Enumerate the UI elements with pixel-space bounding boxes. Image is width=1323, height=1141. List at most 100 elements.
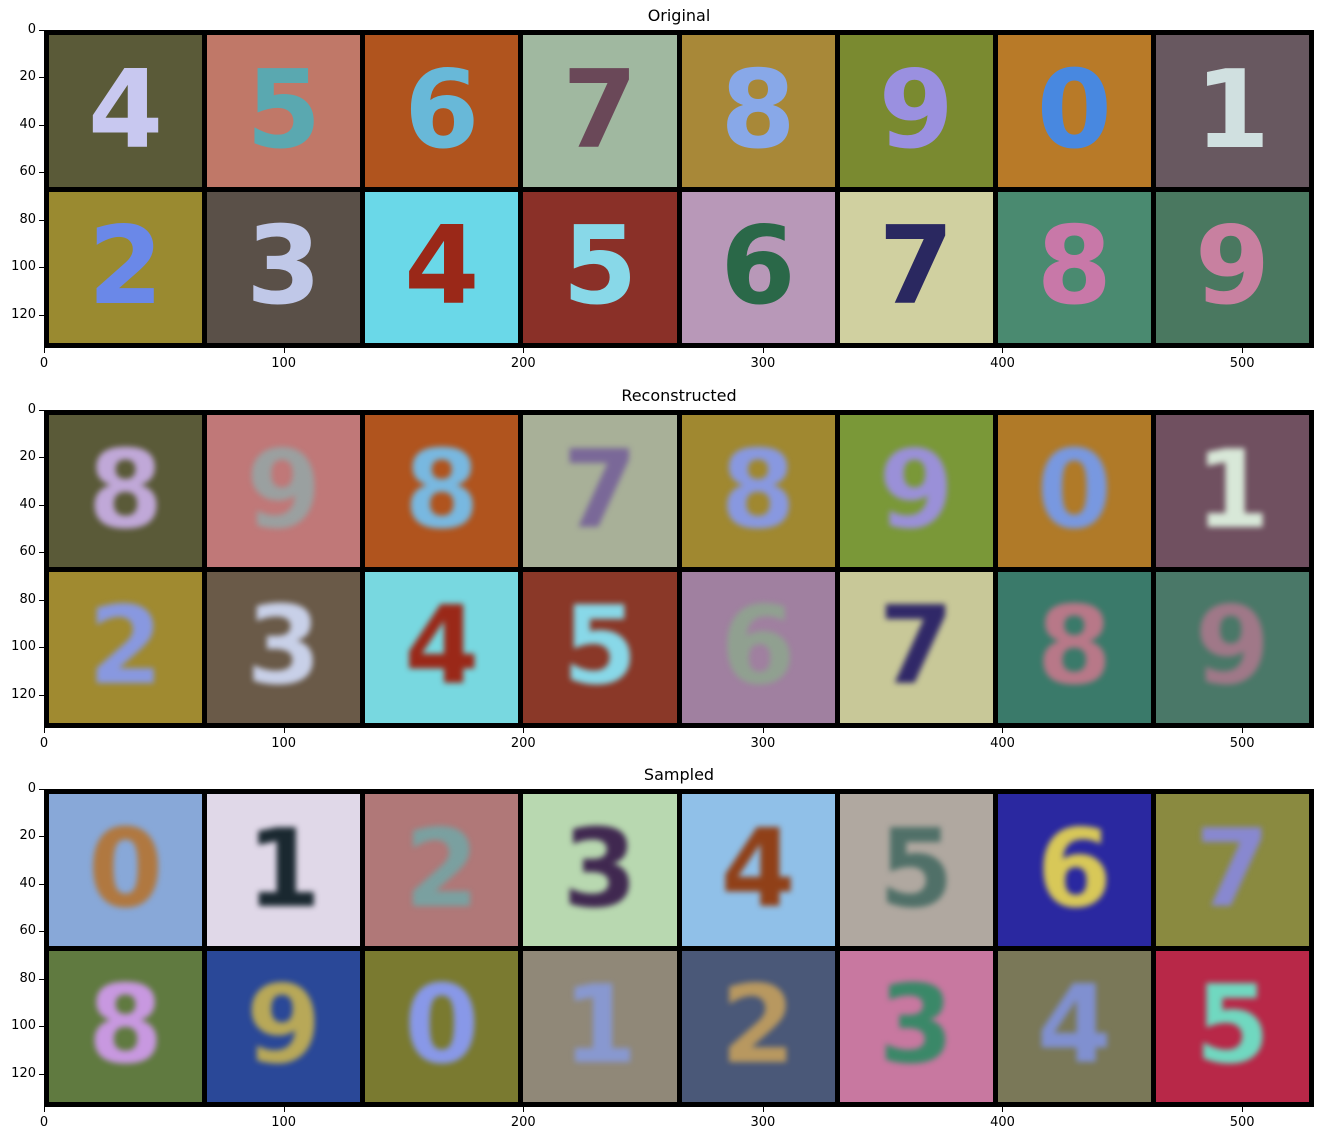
digit-glyph: 5 (562, 584, 638, 710)
digit-tile: 5 (523, 191, 677, 343)
digit-glyph: 4 (720, 806, 796, 932)
y-tick-label: 120 (11, 686, 36, 702)
x-tick-mark (283, 1107, 285, 1112)
x-tick-label: 500 (1229, 736, 1255, 751)
x-tick-mark (523, 1107, 525, 1112)
y-tick-label: 80 (19, 211, 36, 227)
x-tick-mark (762, 728, 764, 733)
x-tick-mark (44, 348, 45, 353)
digit-glyph: 7 (1194, 806, 1271, 932)
y-tick-label: 80 (19, 591, 36, 607)
digit-glyph: 8 (1036, 204, 1112, 330)
digit-tile: 9 (1155, 191, 1309, 343)
digit-glyph: 8 (87, 427, 164, 553)
y-tick-label: 100 (11, 639, 36, 655)
panel-original: Original 4 5 6 7 8 9 0 1 2 3 4 5 6 7 8 9 0 20 40 60 80 100 120 0… (0, 0, 1323, 380)
x-tick-mark (762, 1107, 764, 1112)
y-tick-mark (39, 883, 44, 885)
digit-tile: 5 (523, 571, 677, 723)
y-tick-mark (39, 410, 44, 411)
digit-tile: 5 (207, 35, 361, 187)
digit-glyph: 5 (562, 204, 638, 330)
y-tick-label: 80 (19, 970, 36, 986)
digit-tile: 5 (1155, 950, 1309, 1102)
digit-glyph: 2 (87, 584, 164, 710)
y-tick-mark (39, 30, 44, 31)
digit-tile: 1 (207, 794, 361, 946)
digit-tile: 1 (1155, 35, 1309, 187)
digit-tile: 6 (997, 794, 1151, 946)
digit-glyph: 9 (246, 427, 322, 553)
digit-glyph: 8 (1036, 584, 1112, 710)
x-tick-mark (44, 728, 45, 733)
y-tick-label: 40 (19, 875, 36, 891)
digit-glyph: 7 (562, 427, 638, 553)
x-tick-mark (44, 1107, 45, 1112)
digit-tile: 0 (997, 35, 1151, 187)
digit-glyph: 0 (87, 806, 164, 932)
x-tick-label: 100 (271, 736, 297, 751)
panel-title: Reconstructed (621, 386, 737, 405)
digit-glyph: 4 (87, 47, 164, 173)
digit-tile: 0 (49, 794, 203, 946)
y-tick-label: 0 (27, 781, 36, 796)
y-tick-label: 120 (11, 306, 36, 322)
x-tick-label: 200 (510, 736, 536, 751)
digit-glyph: 6 (720, 584, 796, 710)
digit-tile: 8 (997, 191, 1151, 343)
y-tick-label: 40 (19, 496, 36, 512)
y-tick-mark (39, 314, 44, 316)
digit-glyph: 1 (1194, 47, 1271, 173)
y-tick-mark (39, 789, 44, 790)
y-tick-mark (39, 457, 44, 459)
y-tick-mark (39, 77, 44, 79)
panel-title: Original (647, 6, 711, 25)
digit-tile: 2 (49, 571, 203, 723)
digit-tile: 4 (365, 191, 519, 343)
image-grid: 4567890123456789 (44, 30, 1314, 348)
digit-glyph: 0 (404, 963, 480, 1089)
y-tick-label: 20 (19, 69, 36, 85)
panel-reconstructed: Reconstructed 8 9 8 7 8 9 0 1 2 3 4 5 6 7 8 9 0 20 40 60 80 10… (0, 380, 1323, 760)
digit-glyph: 5 (878, 806, 954, 932)
digit-tile: 3 (207, 191, 361, 343)
digit-tile: 8 (681, 415, 835, 567)
digit-tile: 2 (365, 794, 519, 946)
digit-tile: 7 (1155, 794, 1309, 946)
digit-glyph: 7 (878, 204, 954, 330)
digit-glyph: 2 (87, 204, 164, 330)
y-tick-mark (39, 647, 44, 649)
digit-tile: 6 (365, 35, 519, 187)
y-tick-mark (39, 219, 44, 221)
x-tick-mark (762, 348, 764, 353)
x-tick-mark (1242, 728, 1244, 733)
x-tick-mark (283, 348, 285, 353)
digit-glyph: 4 (404, 204, 480, 330)
y-tick-label: 40 (19, 116, 36, 132)
x-tick-mark (1002, 1107, 1004, 1112)
x-tick-mark (523, 728, 525, 733)
x-tick-label: 300 (750, 1115, 776, 1130)
digit-tile: 9 (207, 415, 361, 567)
y-tick-label: 20 (19, 828, 36, 844)
digit-tile: 6 (681, 191, 835, 343)
x-tick-label: 400 (990, 356, 1015, 371)
y-tick-mark (39, 504, 44, 506)
digit-glyph: 0 (1036, 47, 1112, 173)
digit-glyph: 6 (1036, 806, 1112, 932)
x-tick-mark (1242, 348, 1244, 353)
digit-tile: 4 (49, 35, 203, 187)
digit-tile: 0 (365, 950, 519, 1102)
digit-tile: 7 (839, 191, 993, 343)
digit-tile: 8 (49, 950, 203, 1102)
x-tick-label: 200 (510, 1115, 536, 1130)
digit-tile: 7 (839, 571, 993, 723)
y-tick-mark (39, 694, 44, 696)
panel-sampled: Sampled 0 1 2 3 4 5 6 7 8 9 0 1 2 3 4 5 0 20 40 60 80 100 120 0 1… (0, 759, 1323, 1139)
digit-tile: 9 (207, 950, 361, 1102)
y-tick-label: 0 (27, 402, 36, 417)
digit-glyph: 1 (562, 963, 638, 1089)
digit-glyph: 5 (1194, 963, 1271, 1089)
digit-glyph: 7 (562, 47, 638, 173)
y-tick-label: 0 (27, 22, 36, 37)
